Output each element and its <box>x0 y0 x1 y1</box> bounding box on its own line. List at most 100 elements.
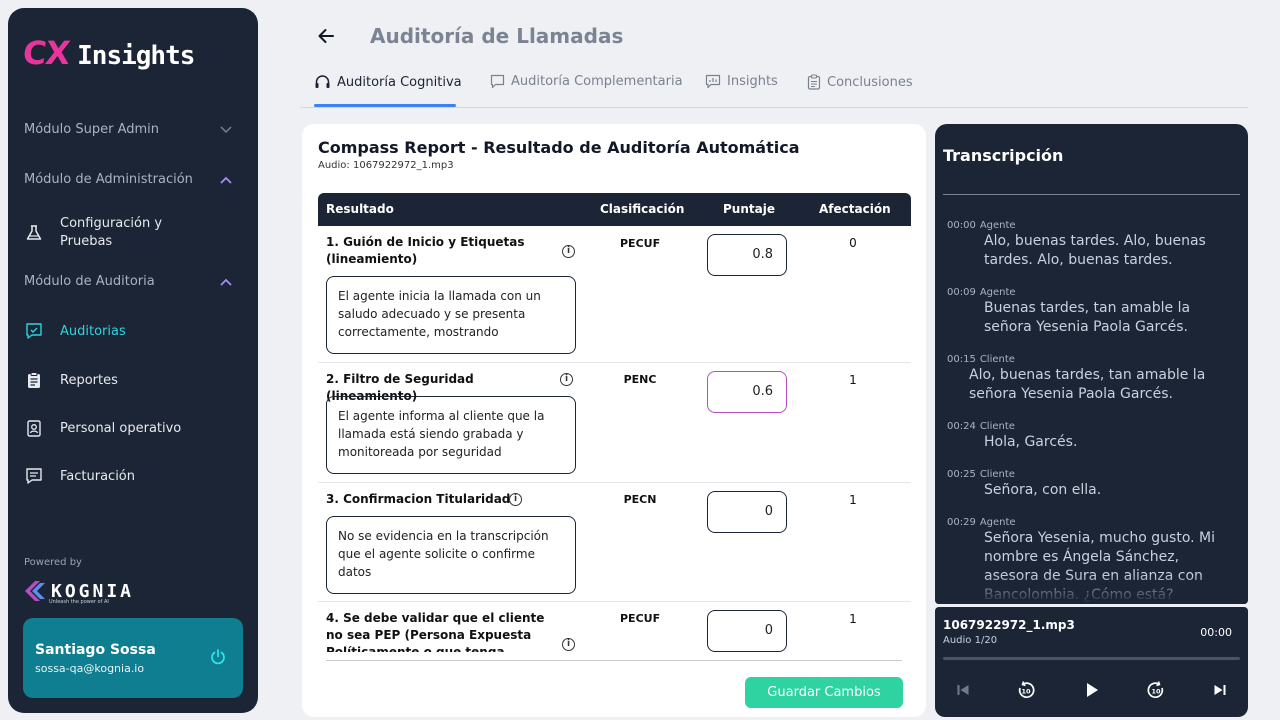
message-time: 00:24 <box>947 421 976 432</box>
power-icon[interactable] <box>209 648 227 666</box>
badge-icon <box>24 418 44 438</box>
tab-label: Conclusiones <box>827 74 913 90</box>
logo-insights: Insights <box>77 41 195 71</box>
message-time: 00:29 <box>947 517 976 528</box>
forward-10-icon[interactable]: 10 <box>1145 679 1167 701</box>
transcription-title: Transcripción <box>943 146 1064 165</box>
audio-player: 1067922972_1.mp3 Audio 1/20 00:00 10 10 <box>935 607 1248 717</box>
tab-conclusiones[interactable]: Conclusiones <box>807 74 913 90</box>
section-auditoria[interactable]: Módulo de Auditoria <box>24 274 232 289</box>
tab-bar: Auditoría Cognitiva Auditoría Complement… <box>300 66 1248 108</box>
powered-by-label: Powered by <box>24 557 82 568</box>
sidebar-item-label: Personal operativo <box>60 420 182 436</box>
message-speaker: Agente <box>979 220 1016 231</box>
section-label: Módulo de Auditoria <box>24 274 155 289</box>
message-text: Alo, buenas tardes, tan amable la señora… <box>969 367 1206 402</box>
message-text: Buenas tardes, tan amable la señora Yese… <box>984 300 1191 335</box>
invoice-icon <box>24 466 44 486</box>
tab-label: Insights <box>727 74 778 89</box>
table-header: Resultado Clasificación Puntaje Afectaci… <box>318 193 911 226</box>
table-divider <box>326 660 902 661</box>
score-input[interactable]: 0.6 <box>707 371 787 413</box>
score-input[interactable]: 0 <box>707 491 787 533</box>
transcript-message: 00:09 Agente Buenas tardes, tan amable la… <box>947 287 1237 337</box>
score-input[interactable]: 0 <box>707 610 787 652</box>
info-icon[interactable]: i <box>562 638 575 651</box>
app-logo[interactable]: CX Insights <box>21 34 195 72</box>
user-card: Santiago Sossa sossa-qa@kognia.io <box>23 618 243 698</box>
skip-previous-icon[interactable] <box>952 679 974 701</box>
chevron-up-icon <box>220 176 232 184</box>
transcript-list[interactable]: 00:00 Agente Alo, buenas tardes. Alo, bue… <box>935 214 1248 604</box>
message-speaker: Cliente <box>979 354 1015 365</box>
row-classification: PECN <box>623 493 657 506</box>
info-icon[interactable]: i <box>560 373 573 386</box>
save-changes-button[interactable]: Guardar Cambios <box>745 677 903 708</box>
score-input[interactable]: 0.8 <box>707 234 787 276</box>
row-classification: PECUF <box>620 237 661 250</box>
message-speaker: Cliente <box>979 469 1015 480</box>
message-text: Señora, con ella. <box>984 482 1102 498</box>
row-impact: 0 <box>849 236 857 250</box>
info-icon[interactable]: i <box>562 245 575 258</box>
back-arrow-icon[interactable] <box>316 26 336 46</box>
chat-check-icon <box>490 74 505 89</box>
kognia-mark-icon <box>25 581 45 601</box>
info-icon[interactable]: i <box>509 493 522 506</box>
rewind-10-icon[interactable]: 10 <box>1015 679 1037 701</box>
report-audio-file: Audio: 1067922972_1.mp3 <box>318 160 454 171</box>
row-impact: 1 <box>849 373 857 387</box>
column-header-resultado: Resultado <box>326 202 394 216</box>
chart-message-icon <box>705 74 721 89</box>
sidebar-item-configuracion[interactable]: Configuración y Pruebas <box>24 213 238 253</box>
page-title: Auditoría de Llamadas <box>370 24 624 48</box>
sidebar-item-auditorias[interactable]: Auditorias <box>24 321 238 341</box>
progress-bar[interactable] <box>943 657 1240 660</box>
sidebar-item-facturacion[interactable]: Facturación <box>24 466 238 486</box>
scroll-fade <box>935 574 1248 604</box>
section-super-admin[interactable]: Módulo Super Admin <box>24 122 232 137</box>
tab-label: Auditoría Cognitiva <box>337 75 462 90</box>
clipboard-icon <box>24 370 44 390</box>
tab-auditoria-complementaria[interactable]: Auditoría Complementaria <box>490 74 683 89</box>
row-criterion-name: 3. Confirmacion Titularidad <box>326 492 511 506</box>
table-row: 4. Se debe validar que el cliente no sea… <box>318 602 911 652</box>
svg-text:10: 10 <box>1151 688 1161 696</box>
section-label: Módulo Super Admin <box>24 122 160 137</box>
sidebar-item-label: Configuración y Pruebas <box>60 216 163 249</box>
active-tab-indicator <box>314 104 456 107</box>
message-text: Alo, buenas tardes. Alo, buenas tardes. … <box>984 233 1206 268</box>
tab-auditoria-cognitiva[interactable]: Auditoría Cognitiva <box>314 74 462 91</box>
section-administracion[interactable]: Módulo de Administración <box>24 172 232 187</box>
results-table-body[interactable]: 1. Guión de Inicio y Etiquetas (lineamie… <box>318 226 911 652</box>
chevron-down-icon <box>220 125 232 133</box>
flask-icon <box>24 223 44 243</box>
row-description: El agente informa al cliente que la llam… <box>326 396 576 474</box>
sidebar-item-reportes[interactable]: Reportes <box>24 370 238 390</box>
player-audio-count: Audio 1/20 <box>943 635 998 646</box>
audit-icon <box>24 321 44 341</box>
svg-text:10: 10 <box>1021 688 1031 696</box>
table-row: 3. Confirmacion Titularidad i No se evid… <box>318 483 911 602</box>
transcript-message: 00:00 Agente Alo, buenas tardes. Alo, bue… <box>947 220 1237 270</box>
compass-report-card: Compass Report - Resultado de Auditoría … <box>302 124 926 717</box>
sidebar-item-personal[interactable]: Personal operativo <box>24 418 238 438</box>
transcript-message: 00:24 Cliente Hola, Garcés. <box>947 421 1237 452</box>
message-time: 00:25 <box>947 469 976 480</box>
sidebar-item-label: Facturación <box>60 468 135 484</box>
row-description: No se evidencia en la transcripción que … <box>326 516 576 594</box>
row-criterion-name: 4. Se debe validar que el cliente no sea… <box>326 611 545 652</box>
clipboard-list-icon <box>807 74 821 90</box>
play-icon[interactable] <box>1081 679 1103 701</box>
player-time: 00:00 <box>1200 626 1232 639</box>
message-speaker: Agente <box>979 517 1016 528</box>
user-email: sossa-qa@kognia.io <box>35 662 145 675</box>
table-row: 2. Filtro de Seguridad (lineamiento) i E… <box>318 363 911 483</box>
kognia-tagline: Unleash the power of AI <box>49 599 109 605</box>
tab-insights[interactable]: Insights <box>705 74 778 89</box>
message-text: Hola, Garcés. <box>984 434 1078 450</box>
user-name: Santiago Sossa <box>35 642 156 658</box>
skip-next-icon[interactable] <box>1209 679 1231 701</box>
row-impact: 1 <box>849 612 857 626</box>
section-label: Módulo de Administración <box>24 172 193 187</box>
